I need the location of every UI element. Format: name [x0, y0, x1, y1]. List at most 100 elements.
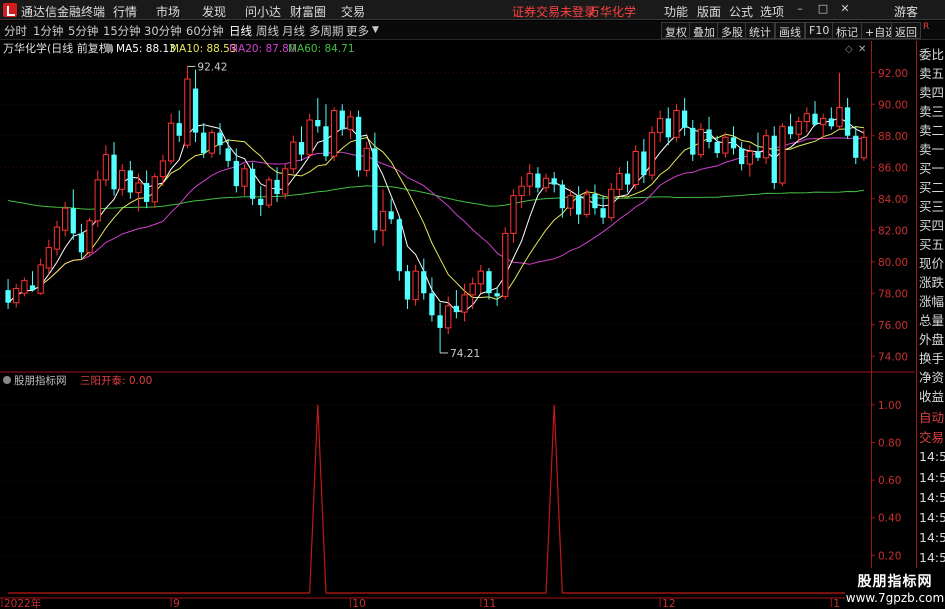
tab-period-30min[interactable]: 30分钟 — [144, 23, 182, 39]
f10-button[interactable]: F10 — [805, 22, 834, 39]
ma-settings-icon[interactable] — [105, 44, 113, 52]
price-tick-label: 92.00 — [878, 68, 908, 80]
tab-period-more[interactable]: 更多 — [346, 23, 369, 39]
candle — [127, 160, 133, 199]
tab-period-intraday[interactable]: 分时 — [4, 23, 27, 39]
candle — [542, 173, 550, 193]
candle — [608, 183, 615, 221]
candle — [762, 129, 770, 165]
candle — [119, 164, 126, 196]
menu-item-quotes[interactable]: 行情 — [113, 3, 137, 20]
candle — [853, 126, 859, 165]
candle-body-up — [518, 185, 525, 197]
candle — [258, 186, 264, 217]
candle-body-down — [575, 195, 582, 215]
candle-body-down — [624, 173, 631, 185]
mark-button[interactable]: 标记 — [832, 22, 862, 39]
candle — [836, 72, 843, 130]
candle-body-down — [486, 271, 492, 294]
candle — [722, 132, 729, 158]
candle — [812, 101, 818, 127]
ma20-label: MA20: 87.80 — [229, 43, 296, 55]
candle — [306, 113, 313, 158]
multi-stock-button[interactable]: 多股 — [717, 22, 747, 39]
price-tick-label: 82.00 — [878, 225, 908, 237]
sub-settings-icon[interactable] — [3, 376, 11, 384]
maximize-icon[interactable]: □ — [816, 2, 830, 16]
candle — [779, 123, 786, 187]
ma10-line — [7, 126, 864, 304]
guest-label[interactable]: 游客 — [894, 3, 918, 20]
tab-period-weekly[interactable]: 周线 — [256, 23, 279, 39]
menu-item-trade[interactable]: 交易 — [341, 3, 365, 20]
tab-period-1min[interactable]: 1分钟 — [33, 23, 63, 39]
candle-body-up — [102, 154, 110, 181]
tab-period-15min[interactable]: 15分钟 — [103, 23, 141, 39]
app-title: 通达信金融终端 — [21, 5, 106, 19]
tab-period-monthly[interactable]: 月线 — [282, 23, 305, 39]
close-panel-icon[interactable]: ✕ — [858, 44, 866, 55]
candle — [453, 290, 460, 319]
candle-body-down — [690, 127, 696, 155]
menu-item-layout[interactable]: 版面 — [697, 3, 721, 20]
candle — [78, 223, 85, 259]
candle-body-down — [787, 126, 794, 135]
price-gridlines — [0, 72, 871, 357]
overlay-button[interactable]: 叠加 — [689, 22, 719, 39]
close-icon[interactable]: ✕ — [838, 2, 852, 16]
candle — [290, 135, 297, 174]
adjust-button[interactable]: 复权 — [661, 22, 691, 39]
candle-body-up — [746, 151, 753, 165]
candle — [70, 189, 76, 240]
candle-body-up — [836, 106, 843, 127]
menu-item-market[interactable]: 市场 — [156, 3, 180, 20]
candle — [844, 97, 851, 139]
candle-body-down — [143, 183, 150, 202]
side-label: 卖四 — [919, 85, 944, 100]
signal-line — [8, 404, 864, 594]
menu-item-discover[interactable]: 发现 — [202, 3, 226, 20]
minimize-icon[interactable]: – — [793, 2, 807, 16]
login-notice[interactable]: 证券交易未登录 — [512, 3, 596, 20]
candle — [29, 271, 36, 292]
menu-item-wealth-circle[interactable]: 财富圈 — [290, 3, 326, 20]
candle-body-down — [437, 315, 443, 328]
tab-period-60min[interactable]: 60分钟 — [186, 23, 224, 39]
draw-line-button[interactable]: 画线 — [775, 22, 805, 39]
candle-body-up — [583, 193, 590, 215]
candle-body-up — [53, 226, 61, 250]
candle — [624, 160, 631, 193]
kline-chart[interactable]: 万华化学(日线 前复权) MA5: 88.13 MA10: 88.53 MA20… — [0, 41, 945, 609]
side-label: 涨跌 — [919, 275, 945, 290]
chevron-down-icon[interactable]: ▼ — [372, 25, 379, 35]
statistics-button[interactable]: 统计 — [745, 22, 775, 39]
candle-body-up — [379, 210, 387, 231]
candle — [111, 142, 117, 196]
candle-body-down — [592, 194, 598, 209]
candle — [330, 107, 338, 161]
diamond-icon[interactable]: ◇ — [845, 44, 853, 55]
menu-item-xiaoda[interactable]: 问小达 — [245, 3, 281, 20]
r-badge[interactable]: R — [920, 22, 945, 39]
candle — [730, 126, 737, 155]
candle — [592, 184, 598, 215]
side-label: 收益 — [919, 389, 944, 404]
menu-item-function[interactable]: 功能 — [664, 3, 688, 20]
candle-body-up — [330, 110, 338, 157]
tab-period-daily[interactable]: 日线 — [229, 23, 252, 39]
candlesticks — [5, 66, 868, 353]
side-label: 卖一 — [919, 142, 944, 157]
watermark-title: 股朋指标网 — [857, 574, 933, 590]
candle-body-up — [648, 132, 656, 176]
back-button[interactable]: 返回 — [891, 22, 921, 39]
candle-body-down — [323, 126, 329, 157]
candle-body-up — [461, 294, 468, 313]
menu-item-options[interactable]: 选项 — [760, 3, 784, 20]
tab-period-multi[interactable]: 多周期 — [309, 23, 344, 39]
side-label: 买四 — [919, 218, 944, 233]
candle — [86, 217, 93, 256]
menu-item-formula[interactable]: 公式 — [729, 3, 753, 20]
tab-period-5min[interactable]: 5分钟 — [68, 23, 98, 39]
candle — [690, 120, 696, 161]
candle-body-down — [641, 151, 647, 176]
